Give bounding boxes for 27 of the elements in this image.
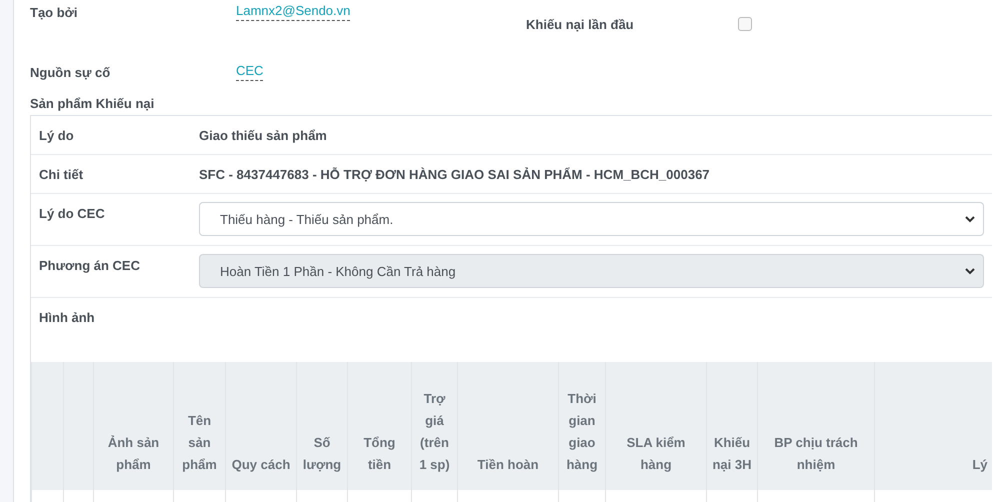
column-header: Khiếu nại 3H bbox=[706, 362, 758, 490]
column-header: Tên sản phẩm bbox=[174, 362, 226, 490]
row-label: Chi tiết bbox=[39, 166, 84, 182]
column-header: Trợ giá (trên 1 sp) bbox=[412, 362, 458, 490]
chevron-down-icon bbox=[964, 215, 974, 223]
column-header: Ảnh sản phẩm bbox=[94, 362, 174, 490]
column-header: Thời gian giao hàng bbox=[558, 362, 606, 490]
row-value: SFC - 8437447683 - HỖ TRỢ ĐƠN HÀNG GIAO SAI SẢN PHẨM - HCM_BCH_000367 bbox=[199, 166, 710, 182]
row-label: Lý do bbox=[39, 128, 75, 142]
field-label: Nguồn sự cố bbox=[30, 64, 110, 80]
column-header: BP chịu trách nhiệm bbox=[758, 362, 874, 490]
row-value: Giao thiếu sản phẩm bbox=[199, 128, 327, 142]
row-label: Hình ảnh bbox=[39, 309, 96, 325]
column-header: Tổng tiền bbox=[348, 362, 412, 490]
row-label: Lý do CEC bbox=[39, 205, 106, 221]
chevron-down-icon bbox=[964, 267, 974, 275]
column-header: Số lượng bbox=[296, 362, 348, 490]
field-label: Tạo bởi bbox=[30, 4, 78, 20]
column-header: Tiền hoàn bbox=[458, 362, 558, 490]
select-field[interactable]: Thiếu hàng - Thiếu sản phẩm. bbox=[199, 202, 984, 236]
column-header: Quy cách bbox=[226, 362, 296, 490]
column-header: SLA kiểm hàng bbox=[606, 362, 706, 490]
row-label: Phương án CEC bbox=[39, 257, 141, 273]
column-header: Lý bbox=[874, 362, 992, 490]
section-title: Sản phẩm Khiếu nại bbox=[30, 96, 154, 111]
field-label: Khiếu nại lần đầu bbox=[526, 16, 634, 32]
first-complaint-checkbox[interactable] bbox=[738, 17, 752, 31]
